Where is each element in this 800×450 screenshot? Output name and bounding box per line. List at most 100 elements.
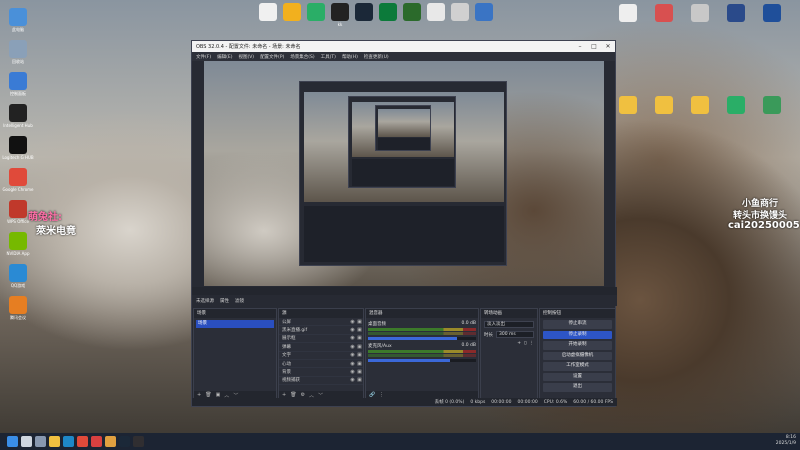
maximize-icon[interactable]: □ bbox=[587, 43, 601, 50]
lock-icon[interactable]: ▣ bbox=[356, 377, 363, 383]
eye-icon[interactable]: ◉ bbox=[349, 327, 356, 333]
mixer-channel-header: 麦克风/Aux 0.0 dB bbox=[368, 343, 476, 349]
lock-icon[interactable]: ▣ bbox=[356, 352, 363, 358]
control-button[interactable]: 停止串流 bbox=[543, 320, 612, 329]
source-row[interactable]: 弹幕 ◉ ▣ bbox=[279, 343, 363, 352]
desktop-icon[interactable] bbox=[682, 4, 718, 23]
control-button[interactable]: 启动虚拟摄像机 bbox=[543, 351, 612, 360]
start-icon[interactable] bbox=[7, 436, 18, 447]
mixer-list: 桌面音频 0.0 dB 麦克风/Aux 0.0 dB bbox=[366, 321, 478, 362]
control-button[interactable]: 退出 bbox=[543, 383, 612, 392]
desktop-icon[interactable] bbox=[646, 4, 682, 23]
add-transition-icon[interactable]: + bbox=[517, 341, 521, 346]
chrome-icon[interactable] bbox=[77, 436, 88, 447]
desktop-icon[interactable]: Logitech G HUB bbox=[0, 136, 36, 160]
tab-filters[interactable]: 滤镜 bbox=[235, 298, 244, 304]
explorer-icon[interactable] bbox=[49, 436, 60, 447]
eye-icon[interactable]: ◉ bbox=[349, 352, 356, 358]
lock-icon[interactable]: ▣ bbox=[356, 319, 363, 325]
obs-titlebar[interactable]: OBS 32.0.4 - 配置文件: 未命名 - 场景: 未命名 – □ ✕ bbox=[192, 41, 615, 52]
duration-input[interactable]: 300 ms bbox=[496, 331, 534, 338]
source-row[interactable]: 展示框 ◉ ▣ bbox=[279, 335, 363, 344]
app2-icon[interactable] bbox=[105, 436, 116, 447]
minimize-icon[interactable]: – bbox=[573, 43, 587, 50]
desktop-icon[interactable]: Google Chrome bbox=[0, 168, 36, 192]
eye-icon[interactable]: ◉ bbox=[349, 319, 356, 325]
obs-preview[interactable] bbox=[204, 61, 604, 286]
obs-statusbar: 丢帧 0 (0.0%) 0 kbps 00:00:00 00:00:00 CPU: 0.… bbox=[192, 398, 617, 406]
source-row[interactable]: 文字 ◉ ▣ bbox=[279, 352, 363, 360]
tab-no-source[interactable]: 未选择源 bbox=[196, 298, 214, 304]
desktop-icon[interactable]: NVIDIA App bbox=[0, 232, 36, 256]
scene-item[interactable]: 场景 bbox=[196, 320, 274, 328]
steam-icon[interactable] bbox=[119, 436, 130, 447]
desktop-icon[interactable] bbox=[754, 96, 790, 115]
control-button[interactable]: 停止录制 bbox=[543, 330, 612, 339]
system-tray[interactable]: 8:16 2025/1/9 bbox=[776, 435, 796, 447]
tab-properties[interactable]: 属性 bbox=[220, 298, 229, 304]
source-name: 视频捕获 bbox=[282, 378, 300, 384]
audio-meter bbox=[368, 350, 476, 353]
desktop-icon[interactable]: Intelligent Hub bbox=[0, 104, 36, 128]
transition-select[interactable]: 淡入淡出 bbox=[484, 321, 534, 328]
lock-icon[interactable]: ▣ bbox=[356, 361, 363, 367]
source-row[interactable]: 背景 ◉ ▣ bbox=[279, 368, 363, 377]
close-icon[interactable]: ✕ bbox=[601, 43, 615, 50]
obs-icon[interactable] bbox=[133, 436, 144, 447]
eye-icon[interactable]: ◉ bbox=[349, 369, 356, 375]
menu-item[interactable]: 编辑(E) bbox=[217, 54, 232, 60]
menu-item[interactable]: 视图(V) bbox=[238, 54, 254, 60]
menu-item[interactable]: 检查更新(U) bbox=[364, 54, 389, 60]
menu-item[interactable]: 配置文件(P) bbox=[260, 54, 284, 60]
source-row[interactable]: 黑米直播.gif ◉ ▣ bbox=[279, 326, 363, 335]
obs-window[interactable]: OBS 32.0.4 - 配置文件: 未命名 - 场景: 未命名 – □ ✕ 文… bbox=[191, 40, 617, 407]
source-name: 心动 bbox=[282, 361, 291, 367]
audio-meter bbox=[368, 328, 476, 331]
taskview-icon[interactable] bbox=[35, 436, 46, 447]
desktop-icon[interactable] bbox=[610, 4, 646, 23]
desktop-icon[interactable] bbox=[682, 96, 718, 115]
eye-icon[interactable]: ◉ bbox=[349, 335, 356, 341]
source-name: 公屏 bbox=[282, 319, 291, 325]
desktop-icon[interactable] bbox=[754, 4, 790, 23]
desktop-icon[interactable] bbox=[466, 3, 502, 22]
edge-icon[interactable] bbox=[63, 436, 74, 447]
source-row[interactable]: 视频捕获 ◉ ▣ bbox=[279, 377, 363, 386]
desktop-icon[interactable]: 控制面板 bbox=[0, 72, 36, 96]
desktop-icon[interactable]: 回收站 bbox=[0, 40, 36, 64]
source-row[interactable]: 心动 ◉ ▣ bbox=[279, 360, 363, 369]
search-icon[interactable] bbox=[21, 436, 32, 447]
transition-menu-icon[interactable]: ⋮ bbox=[530, 341, 535, 346]
control-button[interactable]: 开始录制 bbox=[543, 341, 612, 350]
app-icon bbox=[691, 4, 709, 22]
lock-icon[interactable]: ▣ bbox=[356, 327, 363, 333]
mixer-channel-name: 麦克风/Aux bbox=[368, 344, 392, 349]
lock-icon[interactable]: ▣ bbox=[356, 335, 363, 341]
desktop-icon[interactable] bbox=[718, 96, 754, 115]
lock-icon[interactable]: ▣ bbox=[356, 344, 363, 350]
volume-slider[interactable] bbox=[368, 337, 476, 340]
control-button[interactable]: 设置 bbox=[543, 372, 612, 381]
app-icon bbox=[655, 96, 673, 114]
audio-meter bbox=[368, 332, 476, 335]
eye-icon[interactable]: ◉ bbox=[349, 344, 356, 350]
desktop-icon[interactable] bbox=[646, 96, 682, 115]
menu-item[interactable]: 场景集合(S) bbox=[290, 54, 314, 60]
eye-icon[interactable]: ◉ bbox=[349, 361, 356, 367]
menu-item[interactable]: 工具(T) bbox=[321, 54, 336, 60]
lock-icon[interactable]: ▣ bbox=[356, 369, 363, 375]
desktop-icon[interactable] bbox=[718, 4, 754, 23]
desktop-icon[interactable]: 此电脑 bbox=[0, 8, 36, 32]
remove-transition-icon[interactable]: ▯ bbox=[524, 341, 526, 346]
menu-item[interactable]: 帮助(H) bbox=[342, 54, 358, 60]
app1-icon[interactable] bbox=[91, 436, 102, 447]
control-button[interactable]: 工作室模式 bbox=[543, 362, 612, 371]
app-icon bbox=[9, 8, 27, 26]
eye-icon[interactable]: ◉ bbox=[349, 377, 356, 383]
desktop-icon[interactable]: QQ游戏 bbox=[0, 264, 36, 288]
menu-item[interactable]: 文件(F) bbox=[196, 54, 211, 60]
desktop-icon[interactable]: 腾讯会议 bbox=[0, 296, 36, 320]
scenes-title: 场景 bbox=[194, 309, 276, 318]
volume-slider[interactable] bbox=[368, 359, 476, 362]
source-row[interactable]: 公屏 ◉ ▣ bbox=[279, 318, 363, 327]
